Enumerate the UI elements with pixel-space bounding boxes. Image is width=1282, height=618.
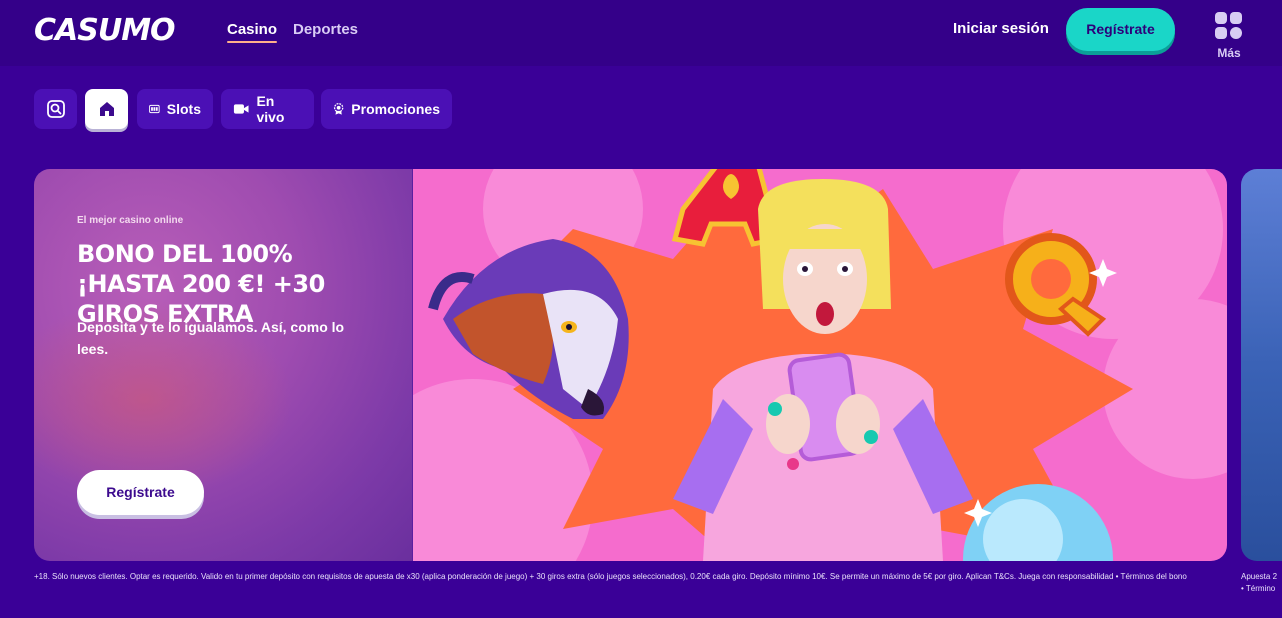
live-label: En vivo (256, 93, 285, 125)
hero-register-button[interactable]: Regístrate (77, 470, 204, 515)
promotions-label: Promociones (351, 101, 440, 117)
bonus-terms-text: +18. Sólo nuevos clientes. Optar es requ… (34, 572, 1187, 581)
slots-label: Slots (166, 101, 201, 117)
login-link[interactable]: Iniciar sesión (953, 20, 1049, 38)
search-icon (46, 100, 65, 118)
tab-deportes[interactable]: Deportes (293, 21, 358, 39)
slots-button[interactable]: Slots (137, 89, 213, 129)
next-banner-peek[interactable] (1241, 169, 1282, 561)
peek-terms-line-2: • Término (1241, 584, 1276, 593)
hero-subtitle: Deposita y te lo igualamos. Así, como lo… (77, 319, 345, 357)
live-button[interactable]: En vivo (221, 89, 314, 129)
hero-illustration (413, 169, 1227, 561)
slots-icon (149, 104, 160, 114)
grid-icon (1215, 12, 1243, 40)
tab-casino[interactable]: Casino (227, 21, 278, 43)
more-label: Más (1217, 46, 1241, 60)
next-banner-terms-peek: Apuesta 2 • Término (1241, 571, 1282, 595)
home-button[interactable] (85, 89, 128, 129)
badge-icon (333, 103, 344, 115)
peek-terms-line-1: Apuesta 2 (1241, 572, 1278, 581)
search-button[interactable] (34, 89, 77, 129)
hero-banner[interactable]: El mejor casino online BONO DEL 100% ¡HA… (34, 169, 1227, 561)
hero-artwork (413, 169, 1227, 561)
more-menu-button[interactable]: Más (1212, 12, 1246, 62)
register-button[interactable]: Regístrate (1066, 8, 1175, 51)
top-header: CASUMO Casino Deportes Iniciar sesión Re… (0, 0, 1282, 66)
hero-text-panel: El mejor casino online BONO DEL 100% ¡HA… (34, 169, 413, 561)
video-camera-icon (233, 104, 249, 114)
hero-eyebrow: El mejor casino online (77, 215, 184, 226)
casumo-logo[interactable]: CASUMO (34, 16, 176, 46)
home-icon (99, 102, 114, 116)
promotions-button[interactable]: Promociones (321, 89, 452, 129)
